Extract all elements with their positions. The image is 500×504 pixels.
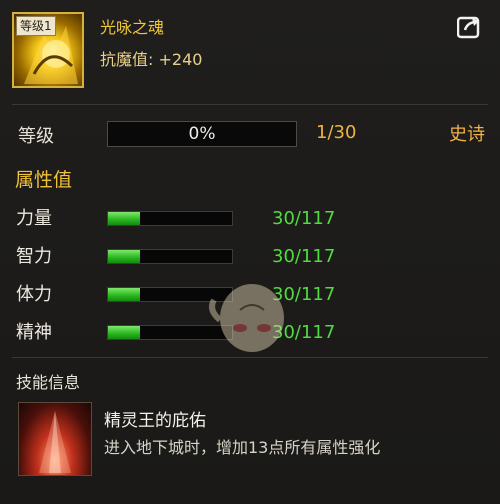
attribute-bar <box>107 249 233 264</box>
item-name: 光咏之魂 <box>100 18 165 37</box>
skill-name: 精灵王的庇佑 <box>104 411 206 431</box>
attributes-title: 属性值 <box>15 169 73 191</box>
attribute-bar-fill <box>108 212 140 225</box>
level-percent: 0% <box>188 124 216 144</box>
skill-description: 进入地下城时，增加13点所有属性强化 <box>104 438 381 457</box>
item-level-tag: 等级1 <box>16 16 56 36</box>
skill-section-title: 技能信息 <box>16 373 81 392</box>
attribute-value: 30/117 <box>272 208 336 229</box>
attribute-name: 精神 <box>16 322 52 343</box>
attribute-name: 力量 <box>16 208 52 229</box>
level-progress-bar: 0% <box>107 121 297 147</box>
attribute-value: 30/117 <box>272 246 336 267</box>
attribute-bar <box>107 211 233 226</box>
item-tooltip-panel: 等级1 光咏之魂 抗魔值: +240 等级 0% 1/30 史诗 属性值 力量 … <box>0 0 500 504</box>
golden-spirit-icon[interactable]: 等级1 <box>12 12 84 88</box>
attribute-name: 体力 <box>16 284 52 305</box>
level-label: 等级 <box>18 126 54 147</box>
attribute-name: 智力 <box>16 246 52 267</box>
rarity-label: 史诗 <box>449 124 485 145</box>
divider <box>12 104 488 105</box>
attribute-bar-fill <box>108 288 140 301</box>
share-export-icon[interactable] <box>456 15 483 39</box>
attribute-row-strength: 力量 30/117 <box>0 206 500 236</box>
attribute-bar-fill <box>108 250 140 263</box>
attribute-bar-fill <box>108 326 140 339</box>
divider <box>12 357 488 358</box>
red-light-skill-icon[interactable] <box>18 402 92 476</box>
watermark-mascot-icon <box>200 270 300 360</box>
item-stat-line: 抗魔值: +240 <box>100 50 203 69</box>
level-count: 1/30 <box>316 122 357 143</box>
